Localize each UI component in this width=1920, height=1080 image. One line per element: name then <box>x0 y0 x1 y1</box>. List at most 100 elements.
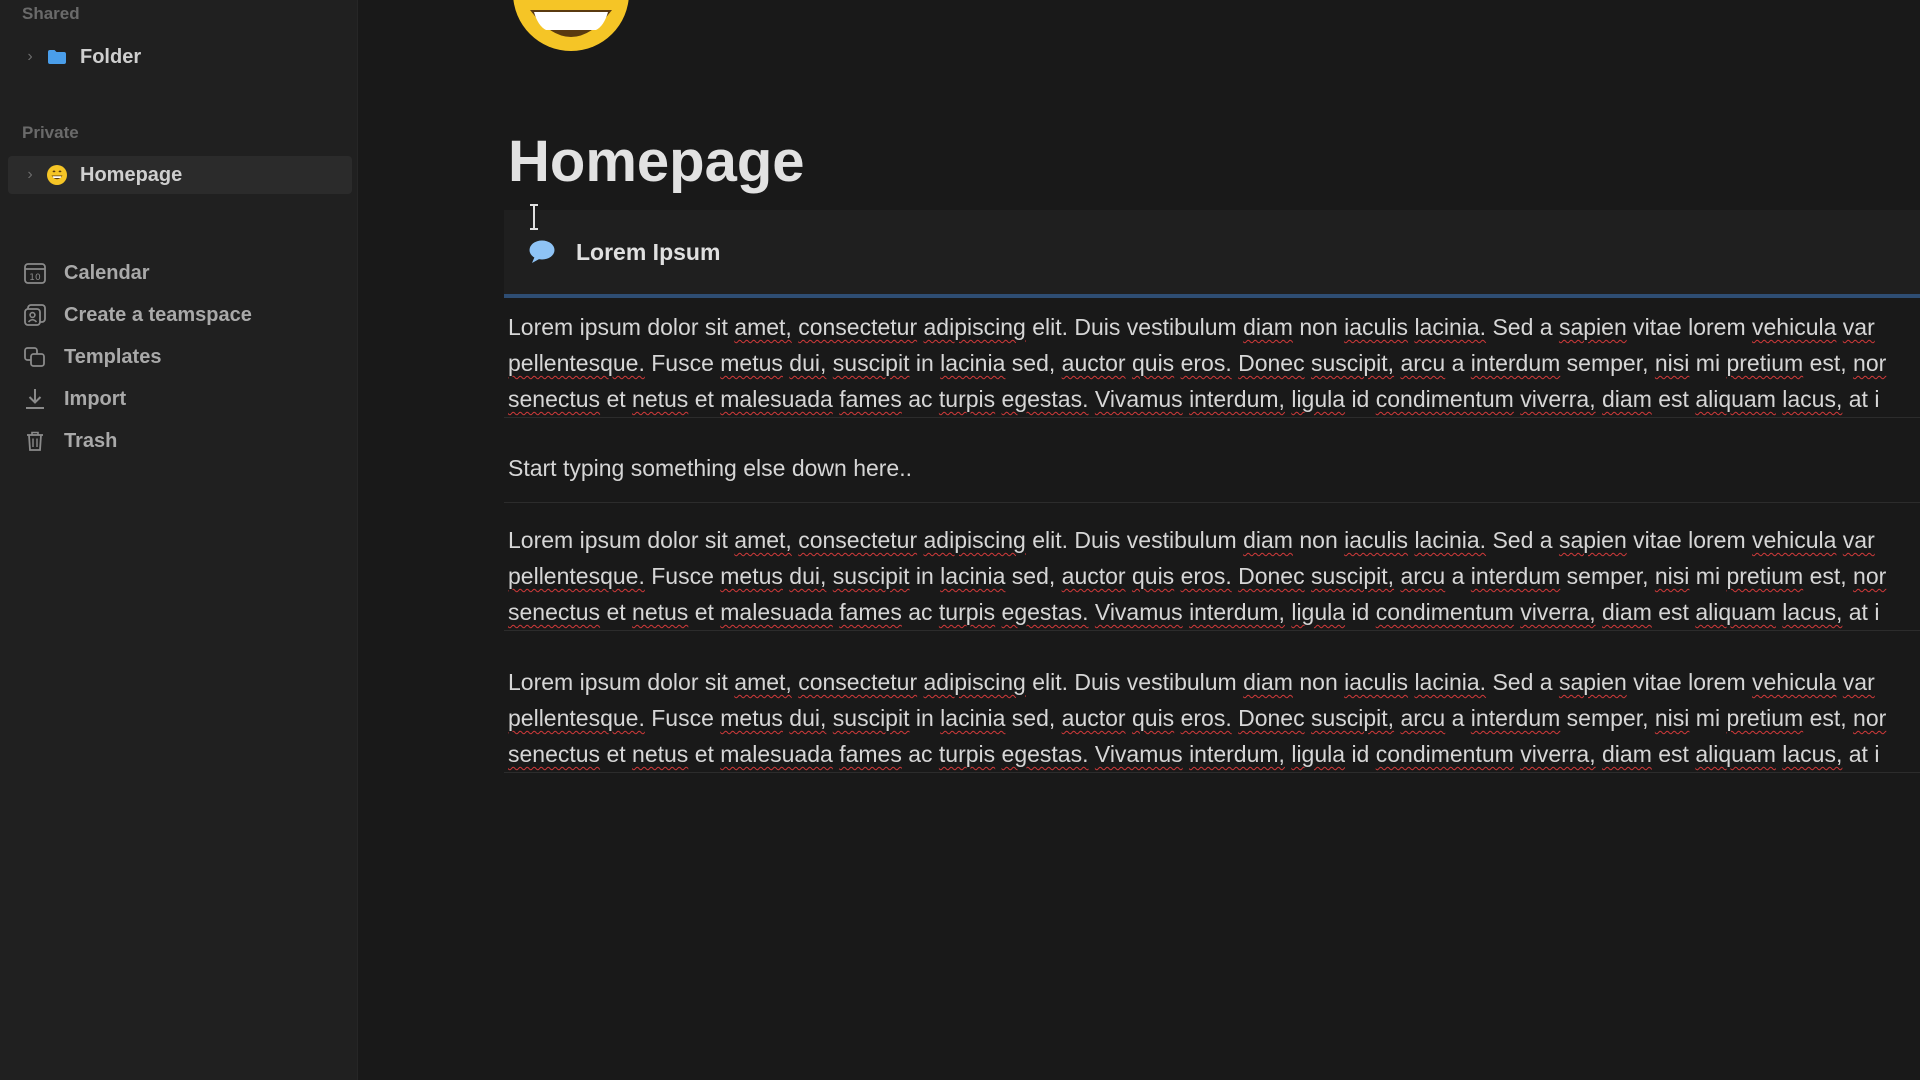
spellcheck-word: Vivamus <box>1094 386 1183 412</box>
sidebar-item-label: Homepage <box>80 163 183 186</box>
spellcheck-word: senectus <box>508 386 601 412</box>
spellcheck-word: diam <box>1602 599 1652 625</box>
spellcheck-word: suscipit, <box>1310 350 1395 376</box>
speech-bubble-icon[interactable] <box>528 239 556 265</box>
spellcheck-word: fames <box>839 741 902 767</box>
teamspace-icon <box>22 302 48 328</box>
sidebar-item-trash[interactable]: Trash <box>22 423 117 459</box>
spellcheck-word: ligula <box>1291 741 1346 767</box>
smiley-emoji-icon[interactable] <box>508 0 634 56</box>
spellcheck-word: consectetur <box>798 527 918 553</box>
spellcheck-word: suscipit, <box>1310 705 1395 731</box>
text-line: Lorem ipsum dolor sit amet, consectetur … <box>508 669 1875 695</box>
shared-section-label: Shared <box>22 4 80 23</box>
spellcheck-word: malesuada <box>720 599 833 625</box>
spellcheck-word: aliquam <box>1695 599 1776 625</box>
spellcheck-word: dui, <box>789 705 827 731</box>
spellcheck-word: diam <box>1243 314 1293 340</box>
text-line: pellentesque. Fusce metus dui, suscipit … <box>508 350 1887 376</box>
spellcheck-word: suscipit, <box>1310 563 1395 589</box>
sidebar-item-homepage[interactable]: › Homepage <box>8 156 352 194</box>
spellcheck-word: quis <box>1131 705 1175 731</box>
import-icon <box>22 386 48 412</box>
text-line: Lorem ipsum dolor sit amet, consectetur … <box>508 527 1875 553</box>
spellcheck-word: interdum <box>1470 563 1561 589</box>
spellcheck-word: pellentesque. <box>508 350 645 376</box>
spellcheck-word: interdum, <box>1189 386 1285 412</box>
spellcheck-word: lacinia. <box>1414 314 1487 340</box>
spellcheck-word: auctor <box>1061 563 1126 589</box>
spellcheck-word: turpis <box>938 741 996 767</box>
text-block[interactable]: Lorem ipsum dolor sit amet, consectetur … <box>504 522 1920 631</box>
spellcheck-word: suscipit <box>832 563 910 589</box>
sidebar-item-templates[interactable]: Templates <box>22 339 161 375</box>
page-content: Homepage Lorem Ipsum Lorem ipsum dolor s… <box>358 0 1920 1080</box>
sidebar-item-calendar[interactable]: 10 Calendar <box>22 255 150 291</box>
text-block[interactable]: Lorem ipsum dolor sit amet, consectetur … <box>504 309 1920 418</box>
chevron-right-icon[interactable]: › <box>20 48 40 66</box>
spellcheck-word: arcu <box>1400 705 1446 731</box>
spellcheck-word: condimentum <box>1375 741 1514 767</box>
text-block[interactable]: Start typing something else down here.. <box>504 433 1920 503</box>
spellcheck-word: var <box>1842 527 1875 553</box>
spellcheck-word: auctor <box>1061 705 1126 731</box>
spellcheck-word: Vivamus <box>1094 599 1183 625</box>
spellcheck-word: lacinia. <box>1414 669 1487 695</box>
spellcheck-word: amet, <box>734 669 792 695</box>
spellcheck-word: nor <box>1853 563 1887 589</box>
spellcheck-word: Vivamus <box>1094 741 1183 767</box>
spellcheck-word: nisi <box>1654 563 1690 589</box>
spellcheck-word: netus <box>632 599 689 625</box>
spellcheck-word: turpis <box>938 386 996 412</box>
page-title[interactable]: Homepage <box>508 128 805 195</box>
callout-text[interactable]: Lorem Ipsum <box>576 239 720 266</box>
spellcheck-word: egestas. <box>1001 386 1089 412</box>
text-cursor-icon <box>530 204 538 230</box>
spellcheck-word: interdum, <box>1189 741 1285 767</box>
spellcheck-word: diam <box>1243 669 1293 695</box>
spellcheck-word: condimentum <box>1375 386 1514 412</box>
spellcheck-word: egestas. <box>1001 599 1089 625</box>
private-section-label: Private <box>22 123 79 142</box>
spellcheck-word: pellentesque. <box>508 563 645 589</box>
spellcheck-word: lacus, <box>1782 741 1843 767</box>
spellcheck-word: ligula <box>1291 599 1346 625</box>
sidebar-item-label: Calendar <box>64 261 150 284</box>
svg-text:10: 10 <box>29 273 41 283</box>
text-line: pellentesque. Fusce metus dui, suscipit … <box>508 563 1887 589</box>
spellcheck-word: consectetur <box>798 669 918 695</box>
spellcheck-word: condimentum <box>1375 599 1514 625</box>
sidebar-item-import[interactable]: Import <box>22 381 126 417</box>
spellcheck-word: quis <box>1131 350 1175 376</box>
spellcheck-word: amet, <box>734 314 792 340</box>
calendar-icon: 10 <box>22 260 48 286</box>
spellcheck-word: senectus <box>508 599 601 625</box>
spellcheck-word: consectetur <box>798 314 918 340</box>
spellcheck-word: quis <box>1131 563 1175 589</box>
spellcheck-word: sapien <box>1558 527 1627 553</box>
spellcheck-word: netus <box>632 741 689 767</box>
chevron-right-icon[interactable]: › <box>20 166 40 184</box>
spellcheck-word: metus <box>720 705 783 731</box>
callout-block[interactable]: Lorem Ipsum <box>504 210 1920 298</box>
spellcheck-word: pretium <box>1726 705 1804 731</box>
spellcheck-word: viverra, <box>1520 599 1596 625</box>
spellcheck-word: interdum, <box>1189 599 1285 625</box>
spellcheck-word: Donec <box>1238 705 1305 731</box>
text-block[interactable]: Lorem ipsum dolor sit amet, consectetur … <box>504 664 1920 773</box>
spellcheck-word: diam <box>1602 741 1652 767</box>
spellcheck-word: dui, <box>789 563 827 589</box>
spellcheck-word: eros. <box>1180 350 1232 376</box>
text-line: pellentesque. Fusce metus dui, suscipit … <box>508 705 1887 731</box>
spellcheck-word: suscipit <box>832 705 910 731</box>
spellcheck-word: pellentesque. <box>508 705 645 731</box>
spellcheck-word: pretium <box>1726 563 1804 589</box>
spellcheck-word: lacus, <box>1782 599 1843 625</box>
spellcheck-word: nor <box>1853 350 1887 376</box>
spellcheck-word: dui, <box>789 350 827 376</box>
sidebar-item-create-teamspace[interactable]: Create a teamspace <box>22 297 252 333</box>
spellcheck-word: var <box>1842 669 1875 695</box>
sidebar-item-folder[interactable]: › Folder <box>8 38 352 76</box>
spellcheck-word: auctor <box>1061 350 1126 376</box>
spellcheck-word: iaculis <box>1344 527 1409 553</box>
